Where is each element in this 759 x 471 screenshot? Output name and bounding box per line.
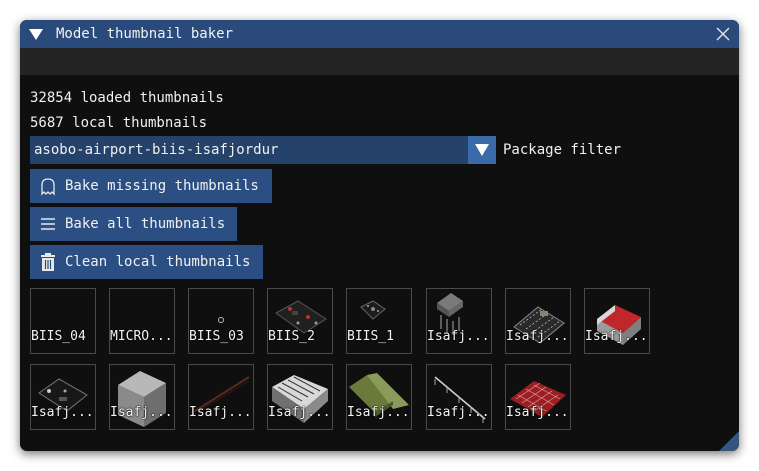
thumbnail-tile[interactable]: BIIS_2: [267, 288, 333, 354]
thumbnail-label: BIIS_1: [347, 329, 394, 344]
thumbnail-label: Isafj...: [110, 405, 173, 420]
thumbnail-label: Isafj...: [268, 405, 331, 420]
menu-bar: [20, 48, 739, 75]
thumbnail-label: Isafj...: [585, 329, 648, 344]
thumbnail-label: Isafj...: [31, 405, 94, 420]
thumbnail-tile[interactable]: Isafj...: [346, 364, 412, 430]
package-filter-label: Package filter: [503, 142, 622, 158]
menu-lines-icon: [38, 214, 58, 234]
thumbnail-label: Isafj...: [506, 329, 569, 344]
thumbnail-label: BIIS_03: [189, 329, 244, 344]
thumbnail-tile[interactable]: BIIS_04: [30, 288, 96, 354]
thumbnail-label: Isafj...: [189, 405, 252, 420]
thumbnail-label: Isafj...: [506, 405, 569, 420]
thumbnail-label: Isafj...: [427, 329, 490, 344]
clean-local-thumbnails-button[interactable]: Clean local thumbnails: [30, 245, 263, 279]
thumbnail-tile[interactable]: Isafj...: [109, 364, 175, 430]
thumbnail-tile[interactable]: Isafj...: [426, 288, 492, 354]
bake-all-label: Bake all thumbnails: [65, 216, 226, 232]
thumbnail-label: MICRO...: [110, 329, 173, 344]
package-filter-combo[interactable]: asobo-airport-biis-isafjordur: [30, 136, 496, 164]
local-thumbnails-count: 5687 local thumbnails: [30, 115, 208, 131]
thumbnail-label: Isafj...: [347, 405, 410, 420]
resize-grip-icon[interactable]: [719, 431, 739, 451]
thumbnail-tile[interactable]: BIIS_1: [346, 288, 412, 354]
thumbnail-tile[interactable]: MICRO...: [109, 288, 175, 354]
thumbnail-tile[interactable]: Isafj...: [505, 288, 571, 354]
thumbnail-label: Isafj...: [427, 405, 490, 420]
model-thumbnail-baker-window: Model thumbnail baker 32854 loaded thumb…: [20, 20, 739, 451]
thumbnail-tile[interactable]: BIIS_03: [188, 288, 254, 354]
bake-missing-label: Bake missing thumbnails: [65, 178, 259, 194]
thumbnail-tile[interactable]: Isafj...: [584, 288, 650, 354]
trash-icon: [38, 252, 58, 272]
thumbnail-label: BIIS_2: [268, 329, 315, 344]
bake-missing-thumbnails-button[interactable]: Bake missing thumbnails: [30, 169, 272, 203]
ghost-icon: [38, 176, 58, 196]
dropdown-arrow-icon[interactable]: [468, 136, 496, 164]
thumbnail-tile[interactable]: Isafj...: [188, 364, 254, 430]
thumbnail-tile[interactable]: Isafj...: [505, 364, 571, 430]
collapse-triangle-icon[interactable]: [26, 24, 46, 44]
package-filter-value: asobo-airport-biis-isafjordur: [34, 142, 279, 158]
loaded-thumbnails-count: 32854 loaded thumbnails: [30, 90, 224, 106]
thumbnail-label: BIIS_04: [31, 329, 86, 344]
close-icon[interactable]: [715, 26, 731, 42]
bake-all-thumbnails-button[interactable]: Bake all thumbnails: [30, 207, 237, 241]
thumbnail-tile[interactable]: Isafj...: [30, 364, 96, 430]
thumbnail-tile[interactable]: Isafj...: [267, 364, 333, 430]
window-title: Model thumbnail baker: [56, 26, 234, 42]
clean-local-label: Clean local thumbnails: [65, 254, 251, 270]
title-bar[interactable]: Model thumbnail baker: [20, 20, 739, 48]
thumbnail-tile[interactable]: Isafj...: [426, 364, 492, 430]
